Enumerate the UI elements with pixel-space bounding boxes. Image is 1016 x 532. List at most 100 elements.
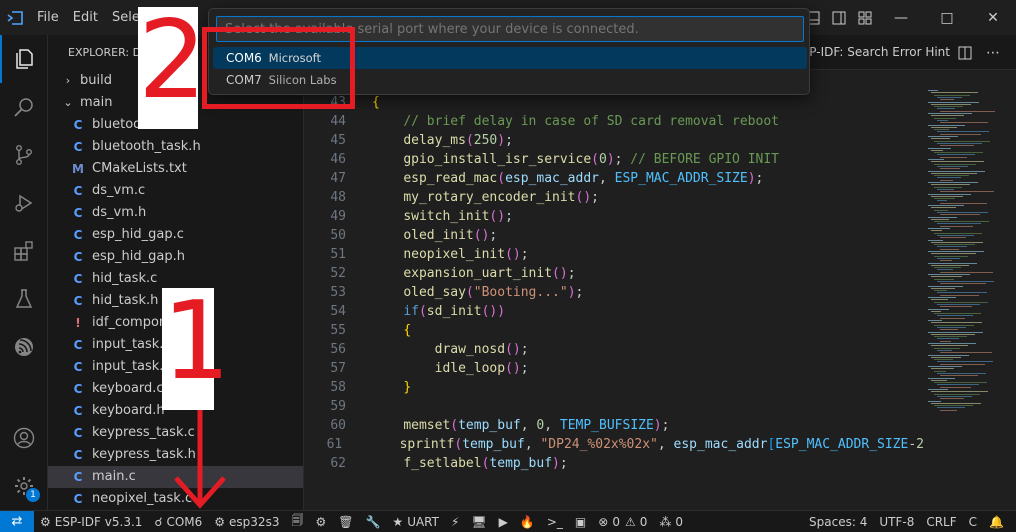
code-line[interactable]: 55 { bbox=[304, 321, 924, 340]
menu-edit[interactable]: Edit bbox=[66, 0, 105, 35]
run-debug-icon[interactable] bbox=[0, 179, 48, 227]
minimap-line bbox=[937, 326, 966, 328]
serial-port-selector[interactable]: ☌ COM6 bbox=[148, 511, 208, 532]
layout-sidebar-right-icon[interactable] bbox=[828, 7, 850, 29]
code-line[interactable]: 61 sprintf(temp_buf, "DP24_%02x%02x", es… bbox=[304, 435, 924, 454]
full-clean-trash-icon[interactable]: 🗑 bbox=[332, 511, 359, 532]
minimap[interactable] bbox=[924, 70, 1016, 510]
esp-idf-version[interactable]: ⚙ ESP-IDF v5.3.1 bbox=[34, 511, 148, 532]
code-line[interactable]: 60 memset(temp_buf, 0, TEMP_BUFSIZE); bbox=[304, 416, 924, 435]
line-number: 52 bbox=[330, 266, 346, 281]
code-line[interactable]: 56 draw_nosd(); bbox=[304, 340, 924, 359]
minimap-line bbox=[928, 239, 943, 241]
split-editor-icon[interactable] bbox=[956, 44, 974, 62]
minimap-line bbox=[928, 159, 944, 160]
esp-idf-icon[interactable] bbox=[0, 323, 48, 371]
search-error-hint-label[interactable]: ESP-IDF: Search Error Hint bbox=[794, 35, 950, 70]
notifications-bell-icon[interactable]: 🔔 bbox=[983, 511, 1016, 532]
testing-icon[interactable] bbox=[0, 275, 48, 323]
encoding-selector[interactable]: UTF-8 bbox=[873, 511, 920, 532]
code-line[interactable]: 59 bbox=[304, 397, 924, 416]
minimap-line bbox=[937, 292, 987, 294]
custom-task-icon[interactable]: ▣ bbox=[569, 511, 592, 532]
code-line[interactable]: 50 oled_init(); bbox=[304, 226, 924, 245]
terminal-icon[interactable]: >_ bbox=[541, 511, 569, 532]
minimap-line bbox=[940, 225, 973, 227]
code-line[interactable]: 47 esp_read_mac(esp_mac_addr, ESP_MAC_AD… bbox=[304, 169, 924, 188]
minimap-line bbox=[928, 320, 942, 321]
source-control-icon[interactable] bbox=[0, 131, 48, 179]
line-number: 50 bbox=[330, 228, 346, 243]
code-line[interactable]: 51 neopixel_init(); bbox=[304, 245, 924, 264]
minimap-line bbox=[931, 161, 984, 163]
tree-file[interactable]: Cds_vm.c bbox=[48, 180, 303, 202]
minimap-line bbox=[931, 103, 971, 105]
tree-item-label: CMakeLists.txt bbox=[92, 161, 187, 176]
menu-file[interactable]: File bbox=[30, 0, 66, 35]
minimap-line bbox=[931, 149, 943, 151]
debug-icon[interactable]: ▶ bbox=[493, 511, 514, 532]
minimap-line bbox=[937, 280, 994, 282]
eol-selector[interactable]: CRLF bbox=[920, 511, 962, 532]
minimize-icon[interactable]: — bbox=[878, 0, 924, 35]
minimap-line bbox=[928, 124, 965, 126]
code-line[interactable]: 49 switch_init(); bbox=[304, 207, 924, 226]
tree-file[interactable]: Cesp_hid_gap.c bbox=[48, 224, 303, 246]
ports-indicator[interactable]: ⁂ 0 bbox=[653, 511, 689, 532]
tree-file[interactable]: Cesp_hid_gap.h bbox=[48, 246, 303, 268]
tree-file[interactable]: Cbluetooth_task.h bbox=[48, 136, 303, 158]
minimap-line bbox=[937, 188, 954, 190]
manage-gear-icon[interactable]: 1 bbox=[0, 462, 48, 510]
close-icon[interactable]: ✕ bbox=[970, 0, 1016, 35]
flash-method-label: UART bbox=[407, 514, 439, 529]
code-line[interactable]: 53 oled_say("Booting..."); bbox=[304, 283, 924, 302]
code-line[interactable]: 57 idle_loop(); bbox=[304, 359, 924, 378]
language-selector[interactable]: C bbox=[963, 511, 983, 532]
code-text: oled_init(); bbox=[403, 228, 498, 243]
sdk-config-icon[interactable]: 🗐 bbox=[285, 511, 309, 532]
code-line[interactable]: 48 my_rotary_encoder_init(); bbox=[304, 188, 924, 207]
maximize-icon[interactable]: □ bbox=[924, 0, 970, 35]
minimap-line bbox=[937, 269, 953, 271]
minimap-line bbox=[937, 257, 960, 259]
flash-lightning-icon[interactable]: ⚡ bbox=[445, 511, 465, 532]
minimap-line bbox=[928, 193, 971, 195]
minimap-line bbox=[937, 165, 968, 167]
tree-file[interactable]: Cds_vm.h bbox=[48, 202, 303, 224]
minimap-line bbox=[931, 241, 983, 243]
esp-idf-logo-icon: ⚙ bbox=[40, 514, 51, 529]
minimap-line bbox=[937, 96, 962, 98]
explorer-icon[interactable] bbox=[0, 35, 48, 83]
monitor-icon[interactable]: 🖥 bbox=[465, 511, 492, 532]
code-line[interactable]: 43{ bbox=[304, 93, 924, 112]
flash-method-selector[interactable]: ★ UART bbox=[386, 511, 445, 532]
c-file-icon: C bbox=[73, 140, 83, 154]
yaml-file-icon: ! bbox=[75, 316, 81, 330]
extensions-icon[interactable] bbox=[0, 227, 48, 275]
code-line[interactable]: 62 f_setlabel(temp_buf); bbox=[304, 454, 924, 473]
c-file-icon: C bbox=[73, 492, 83, 506]
target-selector[interactable]: ⚙ esp32s3 bbox=[208, 511, 285, 532]
minimap-line bbox=[937, 349, 952, 351]
customize-layout-icon[interactable] bbox=[854, 7, 876, 29]
build-flash-monitor-flame-icon[interactable]: 🔥 bbox=[514, 511, 541, 532]
account-icon[interactable] bbox=[0, 414, 48, 462]
search-icon[interactable] bbox=[0, 83, 48, 131]
tree-file[interactable]: M CMakeLists.txt bbox=[48, 158, 303, 180]
problems-indicator[interactable]: ⊗ 0 ⚠ 0 bbox=[592, 511, 653, 532]
more-actions-icon[interactable]: ⋯ bbox=[984, 44, 1002, 62]
minimap-line bbox=[934, 290, 947, 292]
code-line[interactable]: 54 if(sd_init()) bbox=[304, 302, 924, 321]
code-line[interactable]: 58 } bbox=[304, 378, 924, 397]
code-line[interactable]: 52 expansion_uart_init(); bbox=[304, 264, 924, 283]
c-file-icon: C bbox=[73, 206, 83, 220]
code-line[interactable]: 44 // brief delay in case of SD card rem… bbox=[304, 112, 924, 131]
code-line[interactable]: 45 delay_ms(250); bbox=[304, 131, 924, 150]
indentation-selector[interactable]: Spaces: 4 bbox=[803, 511, 873, 532]
code-line[interactable]: 46 gpio_install_isr_service(0); // BEFOR… bbox=[304, 150, 924, 169]
settings-gear-icon[interactable]: ⚙ bbox=[309, 511, 332, 532]
build-wrench-icon[interactable]: 🔧 bbox=[359, 511, 386, 532]
code-editor[interactable]: 4142void app_main(void)43{44 // brief de… bbox=[304, 70, 924, 510]
remote-indicator-icon[interactable]: ⇄ bbox=[0, 510, 34, 532]
code-text: neopixel_init(); bbox=[403, 247, 529, 262]
